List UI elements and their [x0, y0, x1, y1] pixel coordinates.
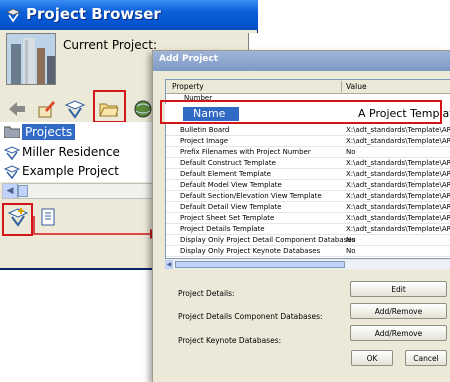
table-row[interactable]: Display Only Project Keynote Databases No — [166, 246, 450, 257]
table-row[interactable]: Display Only Project Detail Component Da… — [166, 235, 450, 246]
current-project-label: Current Project: — [63, 38, 157, 52]
property-value[interactable]: X:\adt_standards\Template\ARCH — [346, 126, 450, 134]
scroll-left-button[interactable]: ◀ — [165, 260, 173, 269]
ok-button[interactable]: OK — [351, 350, 393, 366]
table-row[interactable]: Project Sheet Set Template X:\adt_standar… — [166, 213, 450, 224]
table-row[interactable]: Bulletin Board X:\adt_standards\Template\… — [166, 125, 450, 136]
property-name: Default Construct Template — [180, 159, 276, 167]
property-name: Prefix Filenames with Project Number — [180, 148, 311, 156]
keynote-databases-label: Project Keynote Databases: — [178, 336, 282, 345]
property-name: Project Image — [180, 137, 229, 145]
grid-header: Property Value — [166, 80, 450, 94]
property-value[interactable]: X:\adt_standards\Template\ARCH — [346, 214, 450, 222]
property-value[interactable]: No — [346, 236, 450, 244]
project-icon — [4, 165, 20, 179]
property-value[interactable]: X:\adt_standards\Template\ARCH — [346, 137, 450, 145]
project-standards-icon[interactable] — [64, 98, 86, 120]
edit-project-details-button[interactable]: Edit — [350, 281, 447, 297]
list-item[interactable]: Miller Residence — [0, 144, 160, 162]
highlight-add-project — [2, 203, 33, 236]
highlight-new-project — [93, 90, 126, 123]
table-row[interactable]: Default Detail View Template X:\adt_stand… — [166, 202, 450, 213]
red-arrow-icon — [33, 216, 160, 239]
component-databases-add-remove-button[interactable]: Add/Remove — [350, 303, 447, 319]
property-name: Bulletin Board — [180, 126, 230, 134]
project-icon — [4, 146, 20, 160]
project-details-label: Project Details: — [178, 289, 235, 298]
property-name: Display Only Project Detail Component Da… — [180, 236, 356, 244]
back-arrow-icon[interactable] — [6, 98, 28, 120]
property-value[interactable]: X:\adt_standards\Template\ARCH — [346, 203, 450, 211]
grid-horizontal-scrollbar[interactable]: ◀ — [165, 260, 450, 269]
table-row[interactable]: Default Element Template X:\adt_standards… — [166, 169, 450, 180]
dialog-titlebar[interactable]: Add Project — [153, 51, 450, 71]
property-name: Default Detail View Template — [180, 203, 282, 211]
table-row[interactable]: Default Construct Template X:\adt_standar… — [166, 158, 450, 169]
property-name: Default Element Template — [180, 170, 271, 178]
table-row[interactable]: Prefix Filenames with Project Number No — [166, 147, 450, 158]
projects-header-label: Projects — [22, 124, 76, 140]
globe-icon[interactable] — [132, 98, 154, 120]
property-value[interactable]: X:\adt_standards\Template\ARCH — [346, 192, 450, 200]
column-separator[interactable] — [341, 81, 342, 92]
highlight-name-row — [160, 100, 442, 124]
row-divider — [166, 256, 450, 257]
property-value[interactable]: No — [346, 247, 450, 255]
list-item[interactable]: Example Project — [0, 163, 160, 181]
property-value[interactable]: X:\adt_standards\Template\ARCH — [346, 181, 450, 189]
table-row[interactable]: Project Image X:\adt_standards\Template\A… — [166, 136, 450, 147]
property-value[interactable]: X:\adt_standards\Template\ARCH — [346, 225, 450, 233]
scroll-left-button[interactable]: ◀ — [3, 184, 18, 198]
folder-icon — [4, 126, 20, 138]
table-row[interactable]: Project Details Template X:\adt_standards… — [166, 224, 450, 235]
property-name: Project Sheet Set Template — [180, 214, 275, 222]
scroll-thumb[interactable] — [175, 261, 345, 268]
property-value[interactable]: X:\adt_standards\Template\ARCH — [346, 159, 450, 167]
set-current-project-icon[interactable] — [36, 98, 58, 120]
property-name: Default Section/Elevation View Template — [180, 192, 322, 200]
property-name: Default Model View Template — [180, 181, 282, 189]
list-item-label: Example Project — [22, 164, 119, 178]
list-item-label: Miller Residence — [22, 145, 120, 159]
column-header-property[interactable]: Property — [172, 82, 204, 91]
property-value[interactable]: No — [346, 148, 450, 156]
component-databases-label: Project Details Component Databases: — [178, 312, 323, 321]
property-value[interactable]: X:\adt_standards\Template\ARCH — [346, 170, 450, 178]
horizontal-scrollbar[interactable]: ◀ — [2, 183, 158, 199]
property-name: Project Details Template — [180, 225, 265, 233]
dialog-title: Add Project — [159, 54, 219, 64]
cancel-button[interactable]: Cancel — [405, 350, 447, 366]
projects-header[interactable]: Projects — [0, 122, 160, 142]
keynote-databases-add-remove-button[interactable]: Add/Remove — [350, 325, 447, 341]
scroll-thumb[interactable] — [18, 185, 28, 197]
project-list: Miller Residence Example Project — [0, 142, 160, 182]
current-project-image — [6, 33, 56, 85]
table-row[interactable]: Default Section/Elevation View Template X… — [166, 191, 450, 202]
property-name: Display Only Project Keynote Databases — [180, 247, 321, 255]
project-browser-icon — [6, 8, 21, 23]
column-header-value[interactable]: Value — [346, 82, 367, 91]
window-title: Project Browser — [26, 5, 161, 23]
project-browser-titlebar[interactable]: Project Browser — [0, 0, 258, 30]
table-row[interactable]: Default Model View Template X:\adt_standa… — [166, 180, 450, 191]
